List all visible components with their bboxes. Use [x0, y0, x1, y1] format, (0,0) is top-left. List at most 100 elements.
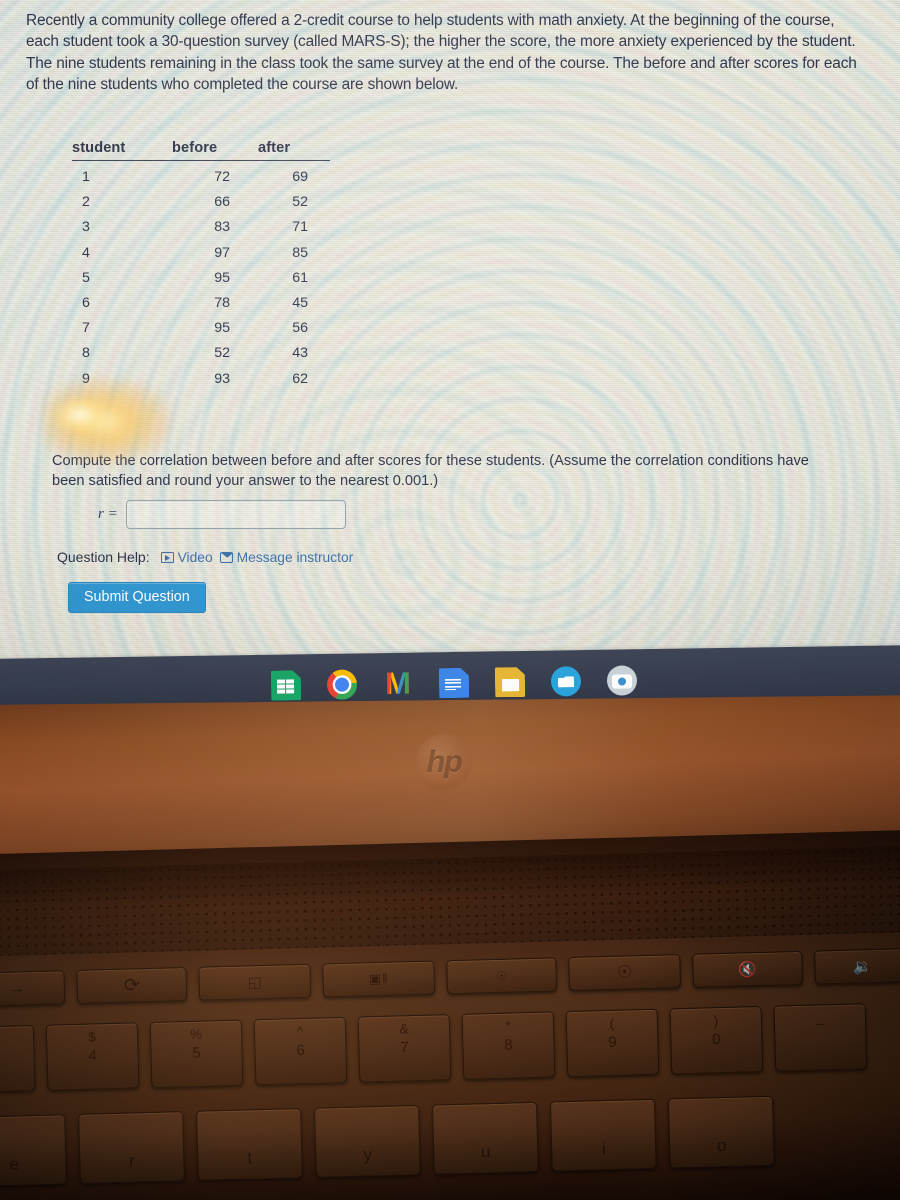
window-overview-key[interactable]: [322, 960, 436, 998]
key-7[interactable]: & 7: [357, 1014, 452, 1083]
table-row: 8 52 43: [72, 341, 330, 366]
table-cell-student: 1: [82, 169, 90, 185]
reload-key[interactable]: [76, 967, 188, 1004]
scores-table-body: 1 72 69 2 66 52 3 83 71 4 97 85 5 95 61 6 78 45 7 95 56 8 52 43…: [72, 161, 330, 392]
table-cell-student: 7: [82, 320, 90, 337]
table-cell-before: 95: [214, 320, 230, 337]
key-base-legend: 8: [504, 1036, 513, 1054]
key-4[interactable]: $4: [45, 1022, 140, 1091]
table-row: 3 83 71: [72, 215, 330, 240]
table-row: 6 78 45: [72, 290, 330, 315]
key-shifted-legend: &: [399, 1021, 409, 1037]
question-instruction: Compute the correlation between before a…: [52, 453, 809, 489]
table-cell-student: 5: [82, 269, 90, 286]
google-slides-icon[interactable]: [495, 667, 525, 697]
table-cell-after: 85: [292, 244, 308, 261]
speaker-grille-shade: [0, 845, 900, 957]
volume-down-key[interactable]: [814, 948, 900, 985]
key-0[interactable]: ) 0: [669, 1005, 764, 1075]
google-docs-icon[interactable]: [439, 668, 469, 698]
table-cell-before: 78: [214, 294, 230, 311]
key-base-legend: 4: [88, 1047, 98, 1065]
chromebook-photo: Recently a community college offered a 2…: [0, 0, 900, 1200]
key-5[interactable]: % 5: [149, 1019, 244, 1088]
correlation-answer-input[interactable]: [125, 500, 346, 529]
key-shifted-legend: (: [609, 1015, 615, 1031]
key-6[interactable]: ^ 6: [253, 1016, 348, 1086]
key-letter-legend: o: [716, 1135, 727, 1156]
question-help-row: Question Help: Video Message instructor: [57, 549, 353, 565]
gmail-icon[interactable]: [383, 669, 413, 708]
key-o[interactable]: o: [667, 1095, 775, 1169]
key-shifted-legend: ^: [296, 1023, 304, 1040]
answer-row: r =: [98, 500, 346, 529]
table-cell-after: 43: [292, 345, 308, 362]
key-letter-legend: e: [8, 1154, 19, 1174]
key-shifted-legend: *: [505, 1018, 511, 1034]
table-row: 2 66 52: [72, 190, 330, 215]
message-instructor-link[interactable]: Message instructor: [219, 549, 354, 565]
column-header-before: before: [168, 140, 256, 161]
table-row: 5 95 61: [72, 265, 330, 290]
key-shifted-legend: $: [88, 1029, 97, 1045]
table-row: 7 95 56: [72, 316, 330, 341]
key-i[interactable]: i: [549, 1098, 657, 1172]
key-base-legend: 5: [192, 1044, 201, 1062]
submit-question-button[interactable]: Submit Question: [68, 582, 206, 613]
key-shifted-legend: ): [713, 1013, 719, 1029]
function-key-row: [0, 948, 900, 1007]
table-cell-student: 4: [82, 244, 90, 261]
key-letter-legend: t: [247, 1148, 253, 1168]
envelope-icon: [219, 551, 233, 563]
key-letter-legend: y: [363, 1145, 373, 1165]
key-shifted-legend: _: [815, 1010, 824, 1026]
key-letter-legend: r: [128, 1151, 135, 1171]
table-cell-after: 56: [292, 320, 308, 337]
google-sheets-icon[interactable]: [271, 670, 301, 700]
key-t[interactable]: t: [196, 1108, 303, 1181]
letter-key-row: e r t y ui o: [0, 1095, 775, 1187]
key-base-legend: 9: [608, 1033, 617, 1051]
table-cell-before: 83: [214, 219, 230, 236]
mute-key[interactable]: [692, 950, 803, 988]
column-header-after: after: [256, 140, 330, 161]
key-8[interactable]: * 8: [461, 1011, 556, 1080]
brightness-up-key[interactable]: [568, 954, 682, 992]
message-link-label: Message instructor: [236, 549, 354, 565]
laptop-screen: Recently a community college offered a 2…: [0, 0, 900, 660]
key-y[interactable]: y: [314, 1104, 421, 1178]
table-cell-before: 66: [214, 194, 230, 211]
table-cell-before: 97: [214, 244, 230, 261]
key-9[interactable]: (9: [565, 1008, 660, 1078]
number-key-row: #3$4%5^6&7*8(9)0_: [0, 1003, 868, 1094]
fullscreen-key[interactable]: [198, 963, 312, 1001]
table-cell-before: 72: [214, 169, 230, 185]
files-icon[interactable]: [550, 666, 582, 697]
video-play-icon: [160, 551, 174, 563]
table-cell-before: 52: [214, 345, 230, 362]
brightness-down-key[interactable]: [446, 957, 558, 995]
video-help-link[interactable]: Video: [160, 550, 213, 565]
table-cell-before: 95: [214, 269, 230, 286]
quiz-page-content: Recently a community college offered a 2…: [0, 0, 900, 620]
camera-icon[interactable]: [606, 665, 638, 696]
table-row: 1 72 69: [72, 161, 330, 190]
key-u[interactable]: u: [431, 1101, 539, 1175]
key-base-legend: 6: [296, 1041, 305, 1060]
table-cell-after: 69: [292, 169, 308, 185]
key-_[interactable]: _: [773, 1003, 868, 1072]
key-3[interactable]: #3: [0, 1025, 36, 1094]
forward-key[interactable]: [0, 970, 66, 1007]
hp-logo: hp: [415, 733, 473, 791]
chrome-icon[interactable]: [326, 669, 358, 709]
table-cell-student: 6: [82, 294, 90, 311]
key-shifted-legend: %: [189, 1026, 203, 1042]
table-header-row: student before after: [72, 140, 330, 161]
table-cell-after: 62: [292, 370, 308, 387]
table-cell-after: 61: [292, 269, 308, 286]
key-r[interactable]: r: [78, 1111, 185, 1184]
table-row: 9 93 62: [72, 366, 330, 391]
table-cell-after: 52: [292, 194, 308, 211]
table-cell-after: 71: [292, 219, 308, 236]
key-e[interactable]: e: [0, 1114, 67, 1187]
